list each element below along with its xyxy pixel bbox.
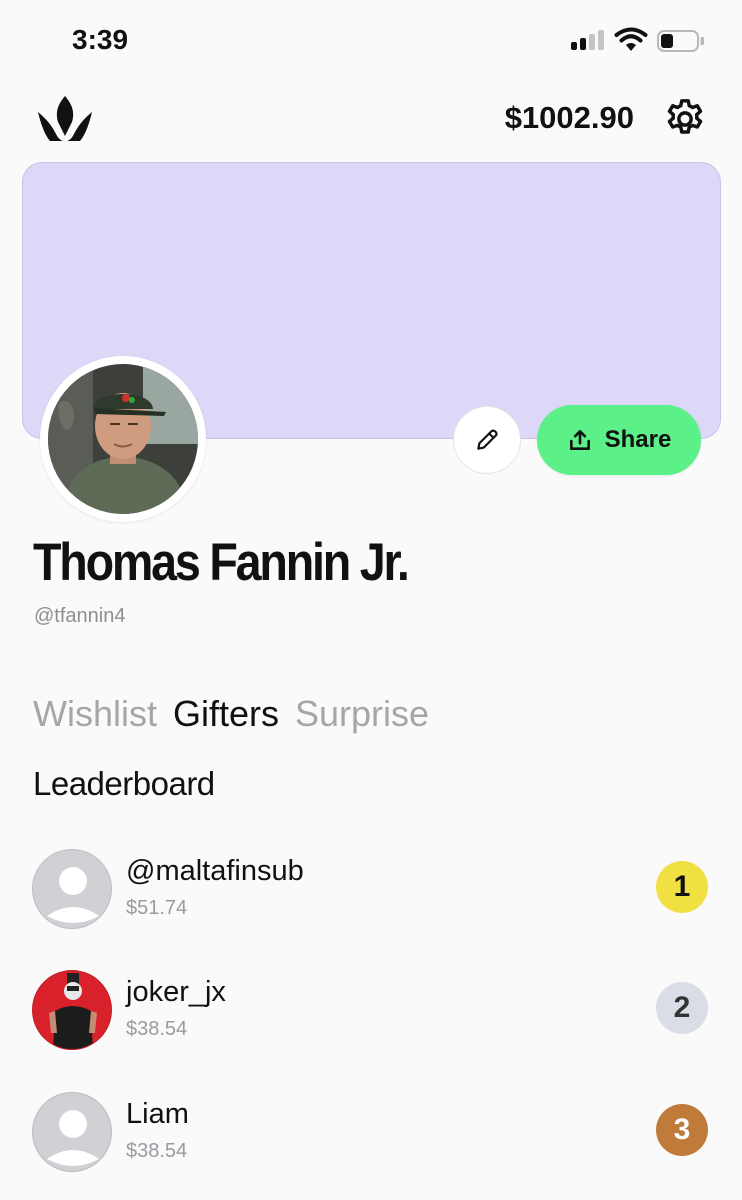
share-button[interactable]: Share bbox=[537, 405, 701, 475]
leaderboard-row[interactable]: @maltafinsub $51.74 1 bbox=[0, 849, 742, 929]
profile-avatar[interactable] bbox=[40, 356, 206, 522]
tab-wishlist[interactable]: Wishlist bbox=[33, 693, 157, 735]
status-time: 3:39 bbox=[72, 24, 129, 55]
tab-surprise[interactable]: Surprise bbox=[295, 693, 429, 735]
crown-icon[interactable] bbox=[36, 94, 94, 142]
leaderboard-row[interactable]: Liam $38.54 3 bbox=[0, 1092, 742, 1172]
status-bar: 3:39 bbox=[0, 0, 742, 80]
leaderboard-row[interactable]: joker_jx $38.54 2 bbox=[0, 970, 742, 1050]
gifter-avatar bbox=[32, 970, 112, 1050]
tab-gifters[interactable]: Gifters bbox=[173, 693, 279, 735]
battery-icon bbox=[657, 30, 704, 52]
cellular-signal-icon bbox=[571, 30, 605, 50]
gifter-name: @maltafinsub bbox=[126, 855, 304, 887]
gifter-amount: $51.74 bbox=[126, 897, 188, 919]
profile-photo bbox=[48, 364, 198, 514]
leaderboard-title: Leaderboard bbox=[33, 765, 215, 802]
gear-icon[interactable] bbox=[662, 96, 708, 142]
gifter-amount: $38.54 bbox=[126, 1140, 188, 1162]
profile-name: Thomas Fannin Jr. bbox=[33, 533, 410, 592]
profile-handle: @tfannin4 bbox=[34, 605, 126, 627]
rank-badge: 2 bbox=[656, 982, 708, 1034]
share-label: Share bbox=[604, 426, 672, 453]
wifi-icon bbox=[614, 27, 648, 51]
wallet-balance[interactable]: $1002.90 bbox=[505, 100, 634, 136]
gifter-name: Liam bbox=[126, 1098, 189, 1130]
gifter-name: joker_jx bbox=[126, 976, 226, 1008]
edit-profile-button[interactable] bbox=[453, 406, 521, 474]
default-avatar-icon bbox=[32, 1092, 112, 1172]
rank-badge: 3 bbox=[656, 1104, 708, 1156]
gifter-amount: $38.54 bbox=[126, 1018, 188, 1040]
share-upload-icon bbox=[569, 430, 590, 450]
rank-badge: 1 bbox=[656, 861, 708, 913]
profile-tabs: Wishlist Gifters Surprise bbox=[33, 693, 429, 735]
pencil-icon bbox=[477, 429, 498, 450]
top-bar: $1002.90 bbox=[0, 88, 742, 152]
default-avatar-icon bbox=[32, 849, 112, 929]
